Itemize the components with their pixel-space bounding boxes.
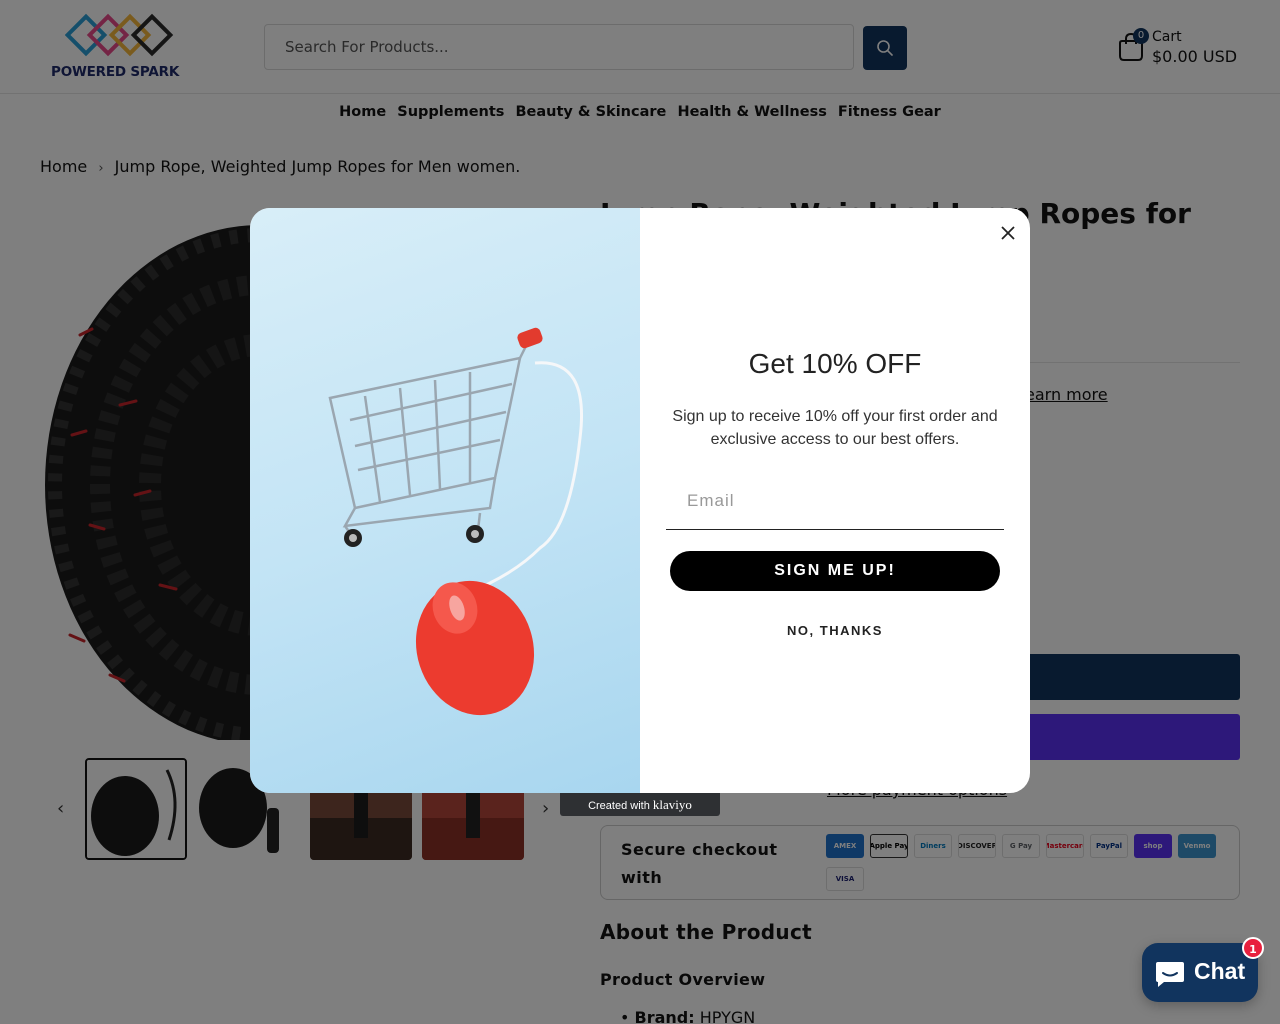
popup-heading: Get 10% OFF [748,348,922,379]
sign-me-up-button[interactable]: SIGN ME UP! [670,551,1000,591]
klaviyo-badge[interactable]: Created with klaviyo [560,793,720,816]
no-thanks-button[interactable]: NO, THANKS [640,623,1030,638]
close-icon [1001,226,1015,240]
chat-label: Chat [1194,958,1246,984]
popup-description: Sign up to receive 10% off your first or… [672,408,998,448]
chat-button[interactable]: Chat [1142,943,1258,1002]
popup-image [250,208,640,793]
close-button[interactable] [995,220,1021,246]
shopping-cart-mouse-image [328,327,583,716]
email-field-wrapper [666,472,1004,530]
email-field[interactable] [666,472,1004,529]
chat-notification-badge: 1 [1242,937,1264,959]
klaviyo-prefix: Created with [588,800,650,812]
chat-bubble-icon [1156,962,1184,987]
klaviyo-logo: klaviyo [652,797,692,812]
discount-popup: Get 10% OFF Sign up to receive 10% off y… [250,208,1030,793]
